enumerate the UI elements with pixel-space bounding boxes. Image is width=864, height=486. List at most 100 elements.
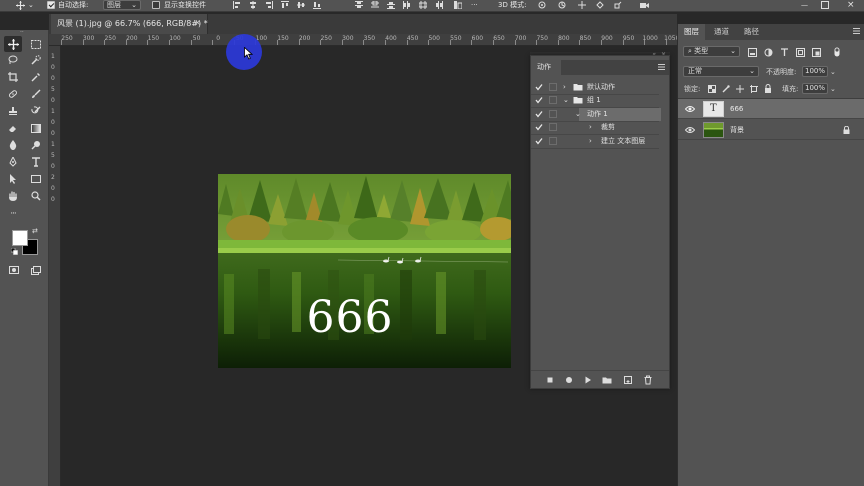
align-top-icon[interactable] xyxy=(281,1,289,9)
move-tool[interactable] xyxy=(4,36,22,52)
action-row[interactable]: › 建立 文本图层 xyxy=(531,135,661,148)
quick-mask-button[interactable] xyxy=(5,262,23,278)
clone-stamp-tool[interactable] xyxy=(4,103,22,119)
move-tool-icon[interactable] xyxy=(16,1,25,10)
eye-icon[interactable] xyxy=(685,105,695,113)
checkmark-icon[interactable] xyxy=(535,123,543,131)
opacity-input[interactable]: 100% xyxy=(802,66,828,77)
document-image[interactable]: 666 xyxy=(218,174,511,368)
3d-rotate-icon[interactable] xyxy=(538,1,546,9)
filter-smart-object-icon[interactable] xyxy=(812,48,821,57)
brush-tool[interactable] xyxy=(27,86,45,102)
lock-position-icon[interactable] xyxy=(736,85,745,94)
gradient-tool[interactable] xyxy=(27,120,45,136)
trash-icon[interactable] xyxy=(643,375,653,385)
healing-brush-tool[interactable] xyxy=(4,86,22,102)
more-options-icon[interactable]: ··· xyxy=(471,0,478,10)
filter-toggle-icon[interactable] xyxy=(834,47,843,57)
show-transform-checkbox[interactable] xyxy=(152,1,160,9)
dialog-toggle-box[interactable] xyxy=(549,83,557,91)
path-selection-tool[interactable] xyxy=(4,171,22,187)
align-hcenter-icon[interactable] xyxy=(249,1,257,9)
checkmark-icon[interactable] xyxy=(535,96,543,104)
tab-actions[interactable]: 动作 xyxy=(531,60,561,75)
layer-name[interactable]: 666 xyxy=(730,104,743,114)
chevron-down-icon[interactable]: ⌄ xyxy=(563,95,569,105)
eraser-tool[interactable] xyxy=(4,120,22,136)
auto-select-target-dropdown[interactable]: 图层 ⌄ xyxy=(103,0,141,10)
dialog-toggle-box[interactable] xyxy=(549,96,557,105)
record-icon[interactable] xyxy=(564,375,574,385)
chevron-right-icon[interactable]: › xyxy=(563,82,566,92)
chevron-down-icon[interactable]: ⌄ xyxy=(28,0,34,10)
swap-colors-icon[interactable]: ⇄ xyxy=(32,227,38,235)
chevron-right-icon[interactable]: › xyxy=(589,136,592,146)
panel-menu-icon[interactable] xyxy=(853,28,860,34)
crop-tool[interactable] xyxy=(4,69,22,85)
auto-align-icon[interactable] xyxy=(454,1,462,9)
tab-channels[interactable]: 通道 xyxy=(708,24,735,40)
filter-pixel-icon[interactable] xyxy=(748,48,757,57)
action-row[interactable]: ⌄ 组 1 xyxy=(531,94,661,107)
distribute-hcenter-icon[interactable] xyxy=(419,1,427,9)
checkmark-icon[interactable] xyxy=(535,137,543,145)
eye-icon[interactable] xyxy=(685,126,695,134)
align-left-icon[interactable] xyxy=(233,1,241,9)
filter-adjustment-icon[interactable] xyxy=(764,48,773,57)
hand-tool[interactable] xyxy=(4,188,22,204)
fill-input[interactable]: 100% xyxy=(802,83,828,94)
dialog-toggle-box[interactable] xyxy=(549,136,557,145)
video-camera-icon[interactable] xyxy=(640,1,649,9)
dodge-tool[interactable] xyxy=(27,137,45,153)
action-row[interactable]: › 裁剪 xyxy=(531,121,661,134)
action-row[interactable]: ⌄ 动作 1 xyxy=(531,107,661,121)
align-right-icon[interactable] xyxy=(265,1,273,9)
checkmark-icon[interactable] xyxy=(535,110,543,118)
dialog-toggle-box[interactable] xyxy=(549,109,557,118)
quick-selection-tool[interactable] xyxy=(27,52,45,68)
zoom-tool[interactable] xyxy=(27,188,45,204)
filter-type-icon[interactable] xyxy=(780,48,789,57)
edit-toolbar-button[interactable]: ··· xyxy=(4,206,22,222)
lock-all-icon[interactable] xyxy=(764,84,773,93)
align-vcenter-icon[interactable] xyxy=(297,1,305,9)
align-bottom-icon[interactable] xyxy=(313,1,321,9)
foreground-color-swatch-front[interactable] xyxy=(12,230,28,246)
folder-icon[interactable] xyxy=(602,375,612,385)
filter-shape-icon[interactable] xyxy=(796,48,805,57)
close-tab-icon[interactable]: × xyxy=(194,18,201,27)
tab-layers[interactable]: 图层 xyxy=(678,24,705,40)
chevron-right-icon[interactable]: › xyxy=(589,122,592,132)
distribute-top-icon[interactable] xyxy=(355,1,363,9)
layer-filter-dropdown[interactable]: ⌕ 类型 ⌄ xyxy=(683,46,740,57)
distribute-bottom-icon[interactable] xyxy=(387,1,395,9)
lock-transparent-pixels-icon[interactable] xyxy=(708,85,717,94)
toolbar-collapse-icon[interactable]: ·· xyxy=(20,30,28,36)
auto-select-checkbox[interactable] xyxy=(47,1,55,9)
tab-paths[interactable]: 路径 xyxy=(738,24,765,40)
dialog-toggle-box[interactable] xyxy=(549,123,557,132)
pen-tool[interactable] xyxy=(4,154,22,170)
lasso-tool[interactable] xyxy=(4,52,22,68)
distribute-vcenter-icon[interactable] xyxy=(371,1,379,9)
minimize-icon[interactable]: — xyxy=(801,0,808,10)
chevron-down-icon[interactable]: ⌄ xyxy=(830,84,836,94)
chevron-down-icon[interactable]: ⌄ xyxy=(575,109,581,119)
panel-menu-icon[interactable] xyxy=(658,64,665,70)
stop-icon[interactable] xyxy=(545,375,555,385)
rectangle-tool[interactable] xyxy=(27,171,45,187)
document-tab[interactable]: 风景 (1).jpg @ 66.7% (666, RGB/8#) * × xyxy=(51,14,208,34)
close-window-icon[interactable]: × xyxy=(847,0,855,10)
3d-scale-icon[interactable] xyxy=(614,1,622,9)
layer-row-text[interactable]: T 666 xyxy=(678,99,864,119)
3d-roll-icon[interactable] xyxy=(558,1,566,9)
lock-artboard-icon[interactable] xyxy=(750,85,759,94)
type-tool[interactable] xyxy=(27,154,45,170)
action-row[interactable]: › 默认动作 xyxy=(531,81,661,94)
default-colors-icon[interactable] xyxy=(11,248,18,255)
3d-pan-icon[interactable] xyxy=(578,1,586,9)
marquee-tool[interactable] xyxy=(27,36,45,52)
new-action-icon[interactable] xyxy=(623,375,633,385)
distribute-right-icon[interactable] xyxy=(435,1,443,9)
screen-mode-button[interactable] xyxy=(27,262,45,278)
